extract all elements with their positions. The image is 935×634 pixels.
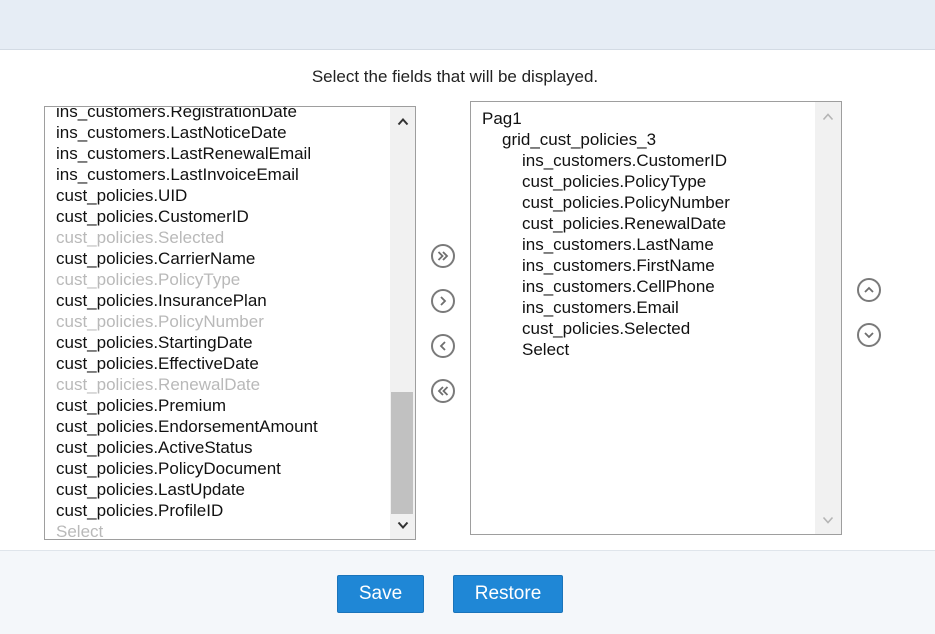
save-button[interactable]: Save (337, 575, 424, 613)
selected-scroll-up-arrow-icon[interactable] (815, 106, 840, 128)
available-field-item[interactable]: cust_policies.EndorsementAmount (45, 416, 389, 437)
selected-field-item[interactable]: cust_policies.PolicyNumber (471, 192, 815, 213)
move-all-right-button[interactable] (431, 244, 455, 268)
selected-field-item[interactable]: Select (471, 339, 815, 360)
available-field-item[interactable]: ins_customers.RegistrationDate (45, 107, 389, 122)
available-field-item[interactable]: cust_policies.PolicyType (45, 269, 389, 290)
available-field-item[interactable]: cust_policies.InsurancePlan (45, 290, 389, 311)
selected-field-item[interactable]: ins_customers.CustomerID (471, 150, 815, 171)
move-down-button[interactable] (857, 323, 881, 347)
chevron-up-icon (864, 286, 874, 293)
available-field-item[interactable]: ins_customers.LastNoticeDate (45, 122, 389, 143)
available-field-item[interactable]: cust_policies.StartingDate (45, 332, 389, 353)
double-chevron-right-icon (437, 251, 449, 261)
chevron-right-icon (440, 296, 447, 306)
available-field-item[interactable]: ins_customers.LastRenewalEmail (45, 143, 389, 164)
selected-fields-list[interactable]: Pag1 grid_cust_policies_3 ins_customers.Cu… (470, 101, 842, 535)
available-field-item[interactable]: cust_policies.LastUpdate (45, 479, 389, 500)
selected-field-item[interactable]: ins_customers.LastName (471, 234, 815, 255)
move-left-button[interactable] (431, 334, 455, 358)
available-scroll-thumb[interactable] (391, 392, 413, 514)
selected-field-item[interactable]: cust_policies.Selected (471, 318, 815, 339)
chevron-left-icon (439, 341, 446, 351)
scroll-up-arrow-icon[interactable] (390, 111, 415, 133)
available-field-item[interactable]: cust_policies.EffectiveDate (45, 353, 389, 374)
available-field-item[interactable]: cust_policies.PolicyDocument (45, 458, 389, 479)
available-field-item[interactable]: cust_policies.UID (45, 185, 389, 206)
selected-scrollbar[interactable] (815, 102, 841, 534)
available-field-item[interactable]: cust_policies.PolicyNumber (45, 311, 389, 332)
selected-field-item[interactable]: Pag1 (471, 108, 815, 129)
available-fields-list[interactable]: ins_customers.RegistrationDate ins_custom… (44, 106, 416, 540)
available-field-item[interactable]: cust_policies.RenewalDate (45, 374, 389, 395)
selected-field-item[interactable]: ins_customers.Email (471, 297, 815, 318)
selected-field-item[interactable]: ins_customers.CellPhone (471, 276, 815, 297)
move-right-button[interactable] (431, 289, 455, 313)
available-scrollbar[interactable] (390, 107, 415, 539)
scroll-down-arrow-icon[interactable] (390, 514, 415, 536)
available-field-item[interactable]: cust_policies.ProfileID (45, 500, 389, 521)
move-up-button[interactable] (857, 278, 881, 302)
selected-field-item[interactable]: cust_policies.RenewalDate (471, 213, 815, 234)
available-field-item[interactable]: Select (45, 521, 389, 539)
selected-field-item[interactable]: grid_cust_policies_3 (471, 129, 815, 150)
restore-button[interactable]: Restore (453, 575, 563, 613)
selected-fields-items: Pag1 grid_cust_policies_3 ins_customers.Cu… (471, 108, 815, 534)
selected-field-item[interactable]: ins_customers.FirstName (471, 255, 815, 276)
available-field-item[interactable]: cust_policies.ActiveStatus (45, 437, 389, 458)
selected-scroll-down-arrow-icon[interactable] (815, 509, 840, 531)
available-fields-items: ins_customers.RegistrationDate ins_custom… (45, 107, 389, 539)
available-field-item[interactable]: cust_policies.CustomerID (45, 206, 389, 227)
double-chevron-left-icon (437, 386, 449, 396)
chevron-down-icon (864, 332, 874, 339)
available-field-item[interactable]: ins_customers.LastInvoiceEmail (45, 164, 389, 185)
move-all-left-button[interactable] (431, 379, 455, 403)
instruction-text: Select the fields that will be displayed… (311, 67, 599, 86)
available-field-item[interactable]: cust_policies.CarrierName (45, 248, 389, 269)
available-field-item[interactable]: cust_policies.Selected (45, 227, 389, 248)
selected-field-item[interactable]: cust_policies.PolicyType (471, 171, 815, 192)
top-bar (0, 0, 935, 50)
available-field-item[interactable]: cust_policies.Premium (45, 395, 389, 416)
